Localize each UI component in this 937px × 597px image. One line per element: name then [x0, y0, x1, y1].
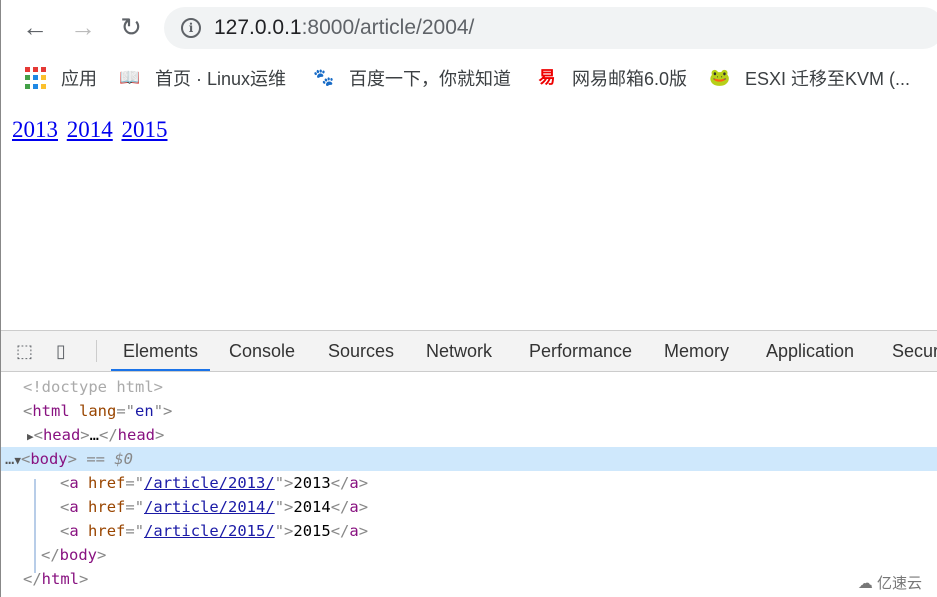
dom-anchor[interactable]: <a href="/article/2014/">2014</a> [1, 495, 937, 519]
divider [96, 340, 97, 362]
dom-body-close[interactable]: </body> [1, 543, 937, 567]
device-toolbar-icon[interactable]: ▯ [56, 341, 66, 362]
apps-grid-icon [25, 67, 47, 89]
tab-elements[interactable]: Elements [111, 331, 211, 371]
book-icon: 📖 [119, 68, 141, 87]
forward-icon[interactable]: → [68, 12, 98, 42]
bookmark-label: ESXI 迁移至KVM (... [745, 69, 911, 89]
url-text[interactable]: 127.0.0.1:8000/article/2004/ [214, 16, 474, 40]
browser-toolbar: ← → ↻ i 127.0.0.1:8000/article/2004/ [1, 0, 937, 55]
dom-anchor[interactable]: <a href="/article/2015/">2015</a> [1, 519, 937, 543]
baidu-paw-icon: 🐾 [313, 68, 335, 87]
bookmark-label: 应用 [61, 69, 97, 89]
dom-html-close[interactable]: </html> [1, 567, 937, 591]
dom-html-open[interactable]: <html lang="en"> [1, 399, 937, 423]
tab-application[interactable]: Application [754, 331, 866, 371]
href-link[interactable]: /article/2014/ [144, 498, 275, 516]
bookmark-apps[interactable]: 应用 [25, 65, 97, 91]
dom-body-selected[interactable]: …▼<body> == $0 [1, 447, 937, 471]
dom-tree: <!doctype html> <html lang="en"> ▶<head>… [1, 375, 937, 591]
reload-icon[interactable]: ↻ [116, 12, 146, 42]
link-2013[interactable]: 2013 [12, 117, 58, 142]
indent-guide [34, 479, 36, 573]
link-2014[interactable]: 2014 [67, 117, 113, 142]
link-2015[interactable]: 2015 [122, 117, 168, 142]
page-content: 2013 2014 2015 [1, 100, 937, 330]
bookmark-linux[interactable]: 📖 首页 · Linux运维 [119, 65, 286, 91]
expand-triangle-icon[interactable]: ▶ [27, 430, 34, 443]
dom-anchor[interactable]: <a href="/article/2013/">2013</a> [1, 471, 937, 495]
dom-doctype[interactable]: <!doctype html> [1, 375, 937, 399]
info-icon[interactable]: i [181, 18, 201, 38]
bookmarks-bar: 应用 📖 首页 · Linux运维 🐾 百度一下，你就知道 易 网易邮箱6.0版… [1, 57, 937, 97]
bookmark-label: 首页 · Linux运维 [155, 69, 287, 89]
tab-security[interactable]: Securi [880, 331, 937, 371]
tab-network[interactable]: Network [414, 331, 504, 371]
more-icon[interactable]: … [5, 450, 14, 468]
devtools-tabbar: ⬚ ▯ Elements Console Sources Network Per… [1, 331, 937, 372]
href-link[interactable]: /article/2015/ [144, 522, 275, 540]
bookmark-baidu[interactable]: 🐾 百度一下，你就知道 [313, 65, 511, 91]
dom-head[interactable]: ▶<head>…</head> [1, 423, 937, 447]
address-bar[interactable]: i 127.0.0.1:8000/article/2004/ [164, 7, 937, 49]
url-path: :8000/article/2004/ [301, 16, 475, 39]
tab-performance[interactable]: Performance [517, 331, 644, 371]
inspect-element-icon[interactable]: ⬚ [16, 341, 33, 362]
cloud-logo-icon: ☁ [857, 575, 873, 592]
tab-memory[interactable]: Memory [652, 331, 741, 371]
collapse-triangle-icon[interactable]: ▼ [14, 454, 21, 467]
bookmark-label: 网易邮箱6.0版 [572, 69, 688, 89]
watermark: ☁ 亿速云 [857, 575, 922, 592]
back-icon[interactable]: ← [20, 12, 50, 42]
href-link[interactable]: /article/2013/ [144, 474, 275, 492]
bookmark-netease[interactable]: 易 网易邮箱6.0版 [536, 65, 688, 91]
frog-icon: 🐸 [709, 68, 731, 87]
url-host: 127.0.0.1 [214, 16, 302, 39]
bookmark-esxi[interactable]: 🐸 ESXI 迁移至KVM (... [709, 65, 910, 91]
bookmark-label: 百度一下，你就知道 [349, 69, 511, 89]
netease-icon: 易 [538, 68, 556, 87]
tab-console[interactable]: Console [217, 331, 307, 371]
tab-sources[interactable]: Sources [316, 331, 406, 371]
devtools-panel: ⬚ ▯ Elements Console Sources Network Per… [1, 330, 937, 597]
